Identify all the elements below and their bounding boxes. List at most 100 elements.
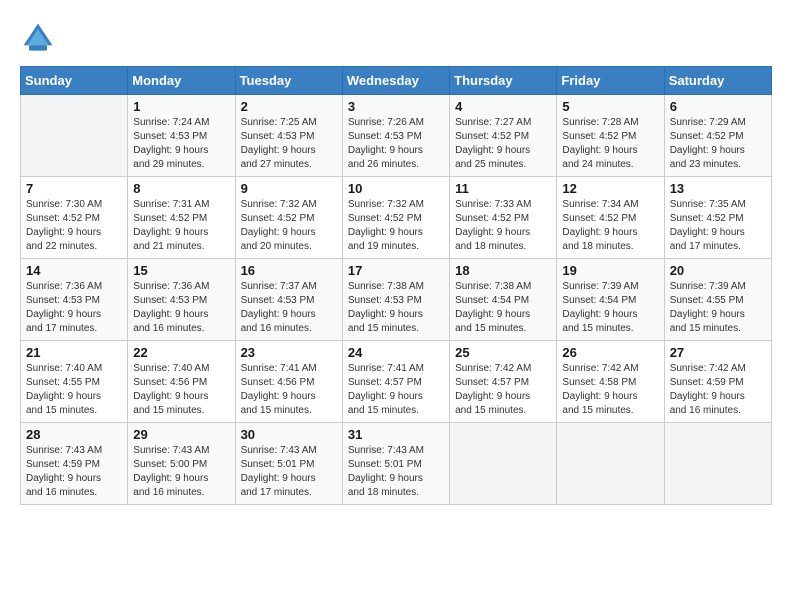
calendar-week-4: 21 Sunrise: 7:40 AM Sunset: 4:55 PM Dayli… xyxy=(21,341,772,423)
day-number: 16 xyxy=(241,263,337,278)
day-header-friday: Friday xyxy=(557,67,664,95)
calendar-cell: 6 Sunrise: 7:29 AM Sunset: 4:52 PM Daylig… xyxy=(664,95,771,177)
day-number: 27 xyxy=(670,345,766,360)
day-number: 23 xyxy=(241,345,337,360)
cell-content: Sunrise: 7:31 AM Sunset: 4:52 PM Dayligh… xyxy=(133,198,229,254)
day-number: 6 xyxy=(670,99,766,114)
cell-content: Sunrise: 7:38 AM Sunset: 4:53 PM Dayligh… xyxy=(348,280,444,336)
cell-content: Sunrise: 7:40 AM Sunset: 4:56 PM Dayligh… xyxy=(133,362,229,418)
cell-content: Sunrise: 7:35 AM Sunset: 4:52 PM Dayligh… xyxy=(670,198,766,254)
day-number: 19 xyxy=(562,263,658,278)
calendar-cell: 10 Sunrise: 7:32 AM Sunset: 4:52 PM Dayli… xyxy=(342,177,449,259)
calendar-week-2: 7 Sunrise: 7:30 AM Sunset: 4:52 PM Daylig… xyxy=(21,177,772,259)
cell-content: Sunrise: 7:34 AM Sunset: 4:52 PM Dayligh… xyxy=(562,198,658,254)
day-number: 22 xyxy=(133,345,229,360)
day-number: 17 xyxy=(348,263,444,278)
day-number: 5 xyxy=(562,99,658,114)
cell-content: Sunrise: 7:36 AM Sunset: 4:53 PM Dayligh… xyxy=(133,280,229,336)
day-number: 14 xyxy=(26,263,122,278)
calendar-cell: 27 Sunrise: 7:42 AM Sunset: 4:59 PM Dayli… xyxy=(664,341,771,423)
calendar-cell: 29Sunrise: 7:43 AM Sunset: 5:00 PM Dayli… xyxy=(128,423,235,505)
cell-content: Sunrise: 7:26 AM Sunset: 4:53 PM Dayligh… xyxy=(348,116,444,172)
calendar-cell xyxy=(664,423,771,505)
day-number: 4 xyxy=(455,99,551,114)
day-number: 9 xyxy=(241,181,337,196)
cell-content: Sunrise: 7:25 AM Sunset: 4:53 PM Dayligh… xyxy=(241,116,337,172)
cell-content: Sunrise: 7:30 AM Sunset: 4:52 PM Dayligh… xyxy=(26,198,122,254)
calendar-cell: 19 Sunrise: 7:39 AM Sunset: 4:54 PM Dayli… xyxy=(557,259,664,341)
calendar-cell: 17 Sunrise: 7:38 AM Sunset: 4:53 PM Dayli… xyxy=(342,259,449,341)
calendar-cell: 15 Sunrise: 7:36 AM Sunset: 4:53 PM Dayli… xyxy=(128,259,235,341)
day-number: 25 xyxy=(455,345,551,360)
day-number: 31 xyxy=(348,427,444,442)
day-number: 21 xyxy=(26,345,122,360)
cell-content: Sunrise: 7:42 AM Sunset: 4:57 PM Dayligh… xyxy=(455,362,551,418)
cell-content: Sunrise: 7:42 AM Sunset: 4:59 PM Dayligh… xyxy=(670,362,766,418)
calendar-body: 1Sunrise: 7:24 AM Sunset: 4:53 PM Daylig… xyxy=(21,95,772,505)
calendar-cell: 31 Sunrise: 7:43 AM Sunset: 5:01 PM Dayli… xyxy=(342,423,449,505)
cell-content: Sunrise: 7:24 AM Sunset: 4:53 PM Dayligh… xyxy=(133,116,229,172)
calendar: SundayMondayTuesdayWednesdayThursdayFrid… xyxy=(20,66,772,505)
cell-content: Sunrise: 7:43 AM Sunset: 5:01 PM Dayligh… xyxy=(348,444,444,500)
logo xyxy=(20,20,62,56)
day-number: 7 xyxy=(26,181,122,196)
cell-content: Sunrise: 7:27 AM Sunset: 4:52 PM Dayligh… xyxy=(455,116,551,172)
day-number: 15 xyxy=(133,263,229,278)
day-number: 8 xyxy=(133,181,229,196)
calendar-cell xyxy=(557,423,664,505)
day-number: 20 xyxy=(670,263,766,278)
cell-content: Sunrise: 7:41 AM Sunset: 4:56 PM Dayligh… xyxy=(241,362,337,418)
calendar-cell: 12Sunrise: 7:34 AM Sunset: 4:52 PM Dayli… xyxy=(557,177,664,259)
calendar-cell: 28Sunrise: 7:43 AM Sunset: 4:59 PM Dayli… xyxy=(21,423,128,505)
day-number: 10 xyxy=(348,181,444,196)
calendar-cell: 21 Sunrise: 7:40 AM Sunset: 4:55 PM Dayli… xyxy=(21,341,128,423)
cell-content: Sunrise: 7:43 AM Sunset: 5:01 PM Dayligh… xyxy=(241,444,337,500)
day-header-wednesday: Wednesday xyxy=(342,67,449,95)
calendar-week-3: 14 Sunrise: 7:36 AM Sunset: 4:53 PM Dayli… xyxy=(21,259,772,341)
day-number: 18 xyxy=(455,263,551,278)
day-number: 24 xyxy=(348,345,444,360)
cell-content: Sunrise: 7:39 AM Sunset: 4:54 PM Dayligh… xyxy=(562,280,658,336)
days-of-week-row: SundayMondayTuesdayWednesdayThursdayFrid… xyxy=(21,67,772,95)
cell-content: Sunrise: 7:33 AM Sunset: 4:52 PM Dayligh… xyxy=(455,198,551,254)
day-number: 29 xyxy=(133,427,229,442)
calendar-cell: 14 Sunrise: 7:36 AM Sunset: 4:53 PM Dayli… xyxy=(21,259,128,341)
calendar-cell: 16Sunrise: 7:37 AM Sunset: 4:53 PM Dayli… xyxy=(235,259,342,341)
calendar-cell: 8 Sunrise: 7:31 AM Sunset: 4:52 PM Daylig… xyxy=(128,177,235,259)
cell-content: Sunrise: 7:41 AM Sunset: 4:57 PM Dayligh… xyxy=(348,362,444,418)
day-number: 2 xyxy=(241,99,337,114)
day-number: 13 xyxy=(670,181,766,196)
cell-content: Sunrise: 7:29 AM Sunset: 4:52 PM Dayligh… xyxy=(670,116,766,172)
day-header-saturday: Saturday xyxy=(664,67,771,95)
calendar-cell: 3 Sunrise: 7:26 AM Sunset: 4:53 PM Daylig… xyxy=(342,95,449,177)
calendar-cell: 18Sunrise: 7:38 AM Sunset: 4:54 PM Dayli… xyxy=(450,259,557,341)
cell-content: Sunrise: 7:32 AM Sunset: 4:52 PM Dayligh… xyxy=(348,198,444,254)
calendar-cell: 5 Sunrise: 7:28 AM Sunset: 4:52 PM Daylig… xyxy=(557,95,664,177)
logo-icon xyxy=(20,20,56,56)
day-header-monday: Monday xyxy=(128,67,235,95)
calendar-cell: 11Sunrise: 7:33 AM Sunset: 4:52 PM Dayli… xyxy=(450,177,557,259)
cell-content: Sunrise: 7:28 AM Sunset: 4:52 PM Dayligh… xyxy=(562,116,658,172)
calendar-header: SundayMondayTuesdayWednesdayThursdayFrid… xyxy=(21,67,772,95)
calendar-cell: 7 Sunrise: 7:30 AM Sunset: 4:52 PM Daylig… xyxy=(21,177,128,259)
day-number: 28 xyxy=(26,427,122,442)
calendar-cell xyxy=(450,423,557,505)
calendar-week-5: 28Sunrise: 7:43 AM Sunset: 4:59 PM Dayli… xyxy=(21,423,772,505)
page-header xyxy=(20,20,772,56)
cell-content: Sunrise: 7:39 AM Sunset: 4:55 PM Dayligh… xyxy=(670,280,766,336)
calendar-cell: 25 Sunrise: 7:42 AM Sunset: 4:57 PM Dayli… xyxy=(450,341,557,423)
day-header-tuesday: Tuesday xyxy=(235,67,342,95)
calendar-cell: 1Sunrise: 7:24 AM Sunset: 4:53 PM Daylig… xyxy=(128,95,235,177)
calendar-cell: 9Sunrise: 7:32 AM Sunset: 4:52 PM Daylig… xyxy=(235,177,342,259)
day-number: 3 xyxy=(348,99,444,114)
calendar-cell: 20 Sunrise: 7:39 AM Sunset: 4:55 PM Dayli… xyxy=(664,259,771,341)
calendar-cell: 13 Sunrise: 7:35 AM Sunset: 4:52 PM Dayli… xyxy=(664,177,771,259)
cell-content: Sunrise: 7:36 AM Sunset: 4:53 PM Dayligh… xyxy=(26,280,122,336)
calendar-cell xyxy=(21,95,128,177)
day-number: 26 xyxy=(562,345,658,360)
cell-content: Sunrise: 7:40 AM Sunset: 4:55 PM Dayligh… xyxy=(26,362,122,418)
calendar-week-1: 1Sunrise: 7:24 AM Sunset: 4:53 PM Daylig… xyxy=(21,95,772,177)
day-header-sunday: Sunday xyxy=(21,67,128,95)
day-number: 30 xyxy=(241,427,337,442)
cell-content: Sunrise: 7:42 AM Sunset: 4:58 PM Dayligh… xyxy=(562,362,658,418)
